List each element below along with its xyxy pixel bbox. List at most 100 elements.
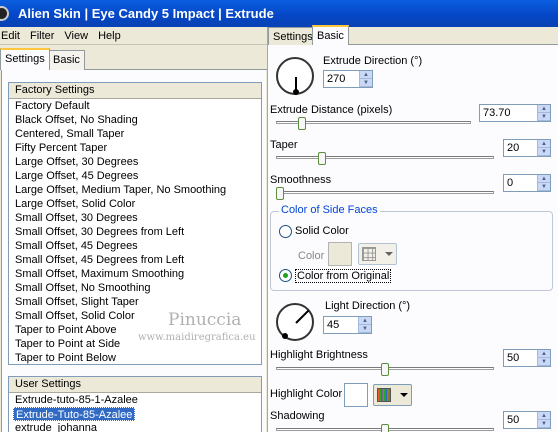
extrude-distance-spinner[interactable]: 73.70 ▲ ▼ — [479, 104, 551, 122]
spin-up-icon[interactable]: ▲ — [537, 412, 550, 420]
factory-preset-item[interactable]: Fifty Percent Taper — [9, 141, 261, 155]
menu-edit[interactable]: Edit — [0, 27, 25, 45]
light-direction-spinner[interactable]: 45 ▲ ▼ — [323, 316, 372, 334]
shadowing-thumb[interactable] — [381, 424, 389, 432]
factory-preset-item[interactable]: Small Offset, 45 Degrees from Left — [9, 253, 261, 267]
left-tab-strip: Settings Basic — [0, 48, 267, 70]
taper-thumb[interactable] — [318, 152, 326, 165]
factory-preset-item[interactable]: Small Offset, Slight Taper — [9, 295, 261, 309]
extrude-distance-thumb[interactable] — [298, 117, 307, 130]
taper-label: Taper — [270, 139, 298, 151]
side-color-label: Color — [298, 250, 325, 262]
highlight-color-label: Highlight Color — [270, 388, 343, 400]
user-preset-item[interactable]: Extrude-Tuto-85-Azalee — [13, 407, 136, 421]
smoothness-track[interactable] — [276, 191, 494, 194]
shadowing-value[interactable]: 50 — [507, 413, 519, 427]
extrude-direction-dial[interactable] — [276, 57, 314, 95]
factory-preset-item[interactable]: Taper to Point Below — [9, 351, 261, 365]
taper-track[interactable] — [276, 156, 494, 159]
tab-basic-right[interactable]: Basic — [312, 25, 349, 45]
spin-up-icon[interactable]: ▲ — [359, 71, 372, 79]
extrude-distance-value[interactable]: 73.70 — [483, 106, 511, 120]
right-tab-strip: Settings Basic — [268, 25, 558, 45]
factory-preset-item[interactable]: Small Offset, No Smoothing — [9, 281, 261, 295]
factory-preset-item[interactable]: Small Offset, 30 Degrees from Left — [9, 225, 261, 239]
smoothness-thumb[interactable] — [276, 187, 284, 200]
smoothness-label: Smoothness — [270, 174, 332, 186]
spin-down-icon[interactable]: ▼ — [537, 148, 550, 156]
tab-settings-left[interactable]: Settings — [0, 48, 50, 70]
spin-up-icon[interactable]: ▲ — [358, 317, 371, 325]
highlight-color-picker-button[interactable] — [373, 384, 412, 406]
extrude-distance-label: Extrude Distance (pixels) — [270, 104, 393, 116]
factory-preset-item[interactable]: Small Offset, Maximum Smoothing — [9, 267, 261, 281]
highlight-color-swatch[interactable] — [344, 383, 368, 407]
user-items: Extrude-tuto-85-1-Azalee Extrude-Tuto-85-… — [9, 393, 261, 432]
user-settings-header: User Settings — [9, 377, 261, 393]
spin-up-icon[interactable]: ▲ — [537, 140, 550, 148]
side-faces-group: Color of Side Faces Solid Color Color Co… — [270, 204, 553, 291]
solid-color-radio[interactable] — [279, 225, 292, 238]
highlight-brightness-spinner[interactable]: 50 ▲ ▼ — [503, 349, 551, 367]
controls-panel: Settings Basic Extrude Direction (°) 270… — [268, 25, 558, 432]
spin-down-icon[interactable]: ▼ — [537, 183, 550, 191]
smoothness-value[interactable]: 0 — [507, 176, 513, 190]
highlight-brightness-value[interactable]: 50 — [507, 351, 519, 365]
factory-preset-item[interactable]: Large Offset, Solid Color — [9, 197, 261, 211]
app-icon — [0, 6, 9, 21]
user-preset-item[interactable]: Extrude-tuto-85-1-Azalee — [9, 393, 261, 407]
highlight-brightness-thumb[interactable] — [381, 363, 389, 376]
spin-down-icon[interactable]: ▼ — [358, 325, 371, 333]
watermark-name: Pinuccia — [168, 310, 242, 330]
light-direction-value[interactable]: 45 — [327, 318, 339, 332]
factory-preset-item[interactable]: Black Offset, No Shading — [9, 113, 261, 127]
factory-preset-item[interactable]: Large Offset, Medium Taper, No Smoothing — [9, 183, 261, 197]
spin-down-icon[interactable]: ▼ — [537, 358, 550, 366]
window-title: Alien Skin | Eye Candy 5 Impact | Extrud… — [18, 6, 274, 21]
spin-up-icon[interactable]: ▲ — [537, 105, 550, 113]
smoothness-spinner[interactable]: 0 ▲ ▼ — [503, 174, 551, 192]
dropdown-arrow-icon — [385, 252, 393, 256]
eye-candy-window: Alien Skin | Eye Candy 5 Impact | Extrud… — [0, 0, 558, 432]
extrude-direction-label: Extrude Direction (°) — [323, 55, 423, 67]
title-bar: Alien Skin | Eye Candy 5 Impact | Extrud… — [0, 0, 558, 27]
spin-down-icon[interactable]: ▼ — [537, 113, 550, 121]
menu-bar: Edit Filter View Help — [0, 27, 267, 45]
factory-preset-item[interactable]: Small Offset, 45 Degrees — [9, 239, 261, 253]
shadowing-spinner[interactable]: 50 ▲ ▼ — [503, 411, 551, 429]
extrude-direction-spinner[interactable]: 270 ▲ ▼ — [323, 70, 373, 88]
solid-color-label[interactable]: Solid Color — [295, 225, 349, 237]
menu-help[interactable]: Help — [93, 27, 126, 45]
spin-up-icon[interactable]: ▲ — [537, 175, 550, 183]
extrude-direction-handle[interactable] — [293, 89, 299, 95]
side-color-picker-button[interactable] — [358, 243, 397, 265]
tab-settings-right[interactable]: Settings — [268, 27, 318, 45]
factory-settings-header: Factory Settings — [9, 83, 261, 99]
settings-panel: Factory Settings Factory Default Black Of… — [1, 70, 266, 432]
side-color-swatch[interactable] — [328, 242, 352, 266]
side-faces-legend: Color of Side Faces — [279, 204, 380, 216]
menu-view[interactable]: View — [59, 27, 93, 45]
spin-down-icon[interactable]: ▼ — [537, 420, 550, 428]
palette-grid-icon — [377, 388, 391, 402]
factory-preset-item[interactable]: Small Offset, 30 Degrees — [9, 211, 261, 225]
tab-basic-left[interactable]: Basic — [48, 50, 85, 70]
factory-preset-item[interactable]: Large Offset, 45 Degrees — [9, 169, 261, 183]
factory-preset-item[interactable]: Centered, Small Taper — [9, 127, 261, 141]
radio-selected-dot — [283, 273, 288, 278]
watermark-url: www.maidiregrafica.eu — [138, 332, 256, 343]
taper-spinner[interactable]: 20 ▲ ▼ — [503, 139, 551, 157]
factory-preset-item[interactable]: Large Offset, 30 Degrees — [9, 155, 261, 169]
light-direction-handle[interactable] — [282, 333, 288, 339]
from-original-radio[interactable] — [279, 269, 292, 282]
user-preset-item[interactable]: extrude_johanna — [9, 421, 261, 432]
taper-value[interactable]: 20 — [507, 141, 519, 155]
factory-preset-item[interactable]: Factory Default — [9, 99, 261, 113]
light-direction-dial[interactable] — [276, 303, 314, 341]
extrude-direction-value[interactable]: 270 — [327, 72, 345, 86]
menu-filter[interactable]: Filter — [25, 27, 59, 45]
user-settings-list: User Settings Extrude-tuto-85-1-Azalee Ex… — [8, 376, 262, 432]
from-original-label[interactable]: Color from Original — [295, 269, 392, 283]
spin-up-icon[interactable]: ▲ — [537, 350, 550, 358]
spin-down-icon[interactable]: ▼ — [359, 79, 372, 87]
